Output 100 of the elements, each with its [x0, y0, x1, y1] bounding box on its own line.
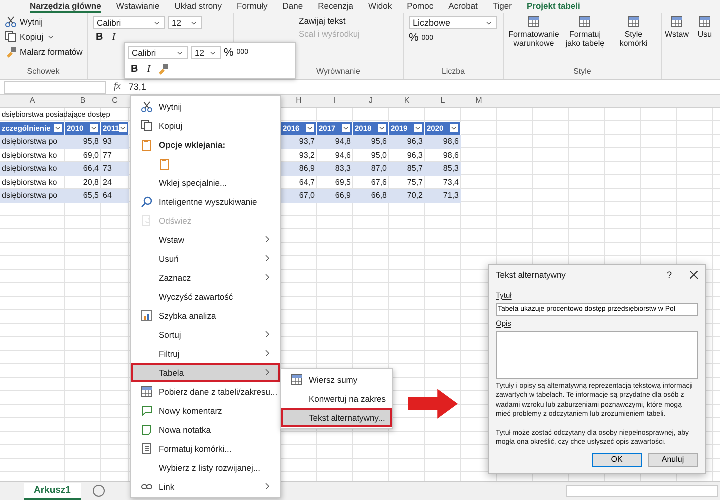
formula-field[interactable]: 73,1: [128, 82, 146, 92]
font-name-field[interactable]: Calibri: [128, 46, 188, 59]
format-painter-button[interactable]: Malarz formatów: [5, 46, 83, 58]
percent-button[interactable]: %: [409, 32, 419, 44]
filter-button[interactable]: [414, 124, 422, 132]
clipboard-icon: [141, 138, 153, 150]
filter-button[interactable]: [378, 124, 386, 132]
menu-item[interactable]: Inteligentne wyszukiwanie: [131, 192, 280, 211]
bold-button[interactable]: B: [93, 32, 106, 43]
cells-button[interactable]: Wstaw: [664, 16, 690, 77]
table-cell-text: dsiębiorstwa ko: [1, 176, 58, 189]
menu-item[interactable]: Wklej specjalnie...: [131, 173, 280, 192]
italic-button[interactable]: I: [144, 64, 154, 74]
menu-item[interactable]: Sortuj: [131, 325, 280, 344]
menu-item[interactable]: Link: [131, 477, 280, 496]
column-header[interactable]: K: [389, 95, 425, 107]
menu-heading: Opcje wklejania:: [159, 140, 227, 150]
filter-button[interactable]: [90, 124, 98, 132]
menu-item[interactable]: Wytnij: [131, 97, 280, 116]
column-header[interactable]: C: [101, 95, 129, 107]
function-button[interactable]: fx: [114, 82, 121, 92]
help-button[interactable]: ?: [666, 270, 672, 280]
menu-item[interactable]: Tabela: [131, 363, 280, 382]
font-size-field[interactable]: 12: [168, 16, 202, 29]
style-button[interactable]: Formatowanie warunkowe: [509, 16, 559, 67]
table-cell-text: 67,6: [370, 176, 388, 188]
percent-button[interactable]: %: [224, 46, 234, 58]
column-header[interactable]: A: [0, 95, 65, 107]
column-header[interactable]: I: [317, 95, 353, 107]
font-name-field[interactable]: Calibri: [93, 16, 165, 29]
style-button[interactable]: Formatuj jako tabelę: [563, 16, 608, 67]
bold-button[interactable]: B: [128, 64, 142, 74]
table-cell: 73: [101, 162, 129, 176]
cells-button[interactable]: Usu: [692, 16, 718, 77]
wrap-text-button[interactable]: Zawijaj tekst: [299, 16, 360, 26]
filter-button[interactable]: [119, 124, 128, 132]
menu-item[interactable]: Kopiuj: [131, 116, 280, 135]
style-button[interactable]: Style komórki: [612, 16, 656, 67]
menu-item[interactable]: Wybierz z listy rozwijanej...: [131, 458, 280, 477]
menu-item[interactable]: Usuń: [131, 249, 280, 268]
menu-item[interactable]: Zaznacz: [131, 268, 280, 287]
horizontal-scrollbar[interactable]: [566, 485, 718, 497]
menu-item[interactable]: Formatuj komórki...: [131, 439, 280, 458]
ribbon-tab[interactable]: Wstawianie: [116, 0, 160, 12]
ribbon-tab[interactable]: Acrobat: [448, 0, 478, 12]
dialog-button[interactable]: OK: [592, 452, 642, 467]
ribbon-tab[interactable]: Widok: [368, 0, 392, 12]
comment-icon: [141, 404, 153, 416]
sheet-tab[interactable]: Arkusz1: [24, 482, 81, 500]
copy-button[interactable]: Kopiuj: [5, 31, 83, 43]
table-cell: 95,6: [353, 135, 389, 148]
column-header[interactable]: J: [353, 95, 389, 107]
ribbon-tab[interactable]: Recenzja: [318, 0, 354, 12]
format-cells-icon: [141, 442, 153, 454]
menu-item[interactable]: Konwertuj na zakres: [281, 389, 392, 408]
brush-icon: [5, 46, 17, 58]
table-cell-text: 95,0: [370, 150, 388, 162]
ribbon-tab[interactable]: Tiger: [492, 0, 512, 12]
scissors-icon: [141, 100, 153, 112]
menu-item[interactable]: Pobierz dane z tabeli/zakresu...: [131, 382, 280, 401]
table-cell: dsiębiorstwa po: [0, 189, 65, 202]
table-cell-text: 20,8: [82, 176, 100, 188]
ribbon-tab[interactable]: Pomoc: [407, 0, 434, 12]
table-cell-text: 94,6: [334, 150, 352, 162]
menu-item[interactable]: Nowa notatka: [131, 420, 280, 439]
column-header[interactable]: M: [461, 95, 497, 107]
column-header[interactable]: B: [65, 95, 101, 107]
ribbon-tab[interactable]: Formuły: [237, 0, 268, 12]
column-header[interactable]: L: [425, 95, 461, 107]
dialog-button[interactable]: Anuluj: [648, 452, 698, 467]
menu-item[interactable]: Wstaw: [131, 230, 280, 249]
filter-button[interactable]: [54, 124, 62, 132]
menu-item[interactable]: Filtruj: [131, 344, 280, 363]
italic-button[interactable]: I: [109, 32, 119, 43]
font-size-field[interactable]: 12: [191, 46, 221, 59]
column-header[interactable]: H: [281, 95, 317, 107]
ribbon-tab[interactable]: Dane: [282, 0, 304, 12]
menu-item[interactable]: Szybka analiza: [131, 306, 280, 325]
ribbon-tab[interactable]: Układ strony: [174, 0, 222, 12]
table-cell: 86,9: [281, 162, 317, 176]
table-cell-text: 24: [102, 176, 113, 188]
table-cell: 98,6: [425, 135, 461, 148]
table-cell-text: 93,2: [298, 150, 316, 162]
cut-button[interactable]: Wytnij: [5, 16, 83, 28]
filter-button[interactable]: [306, 124, 314, 132]
add-sheet-button[interactable]: [92, 485, 105, 497]
description-field[interactable]: [496, 331, 698, 379]
menu-item[interactable]: Wyczyść zawartość: [131, 287, 280, 306]
filter-button[interactable]: [450, 124, 458, 132]
menu-item[interactable]: Tekst alternatywny...: [281, 408, 392, 427]
arrow-icon: [408, 389, 458, 419]
table-cell: dsiębiorstwa ko: [0, 162, 65, 176]
number-format-field[interactable]: Liczbowe: [409, 16, 497, 29]
table-cell-text: dsiębiorstwa ko: [1, 150, 58, 162]
ribbon-tab[interactable]: Projekt tabeli: [526, 0, 580, 12]
filter-button[interactable]: [342, 124, 350, 132]
menu-item[interactable]: Wiersz sumy: [281, 370, 392, 389]
table-cell: 93,7: [281, 135, 317, 148]
close-icon[interactable]: [690, 271, 698, 279]
menu-item[interactable]: Nowy komentarz: [131, 401, 280, 420]
